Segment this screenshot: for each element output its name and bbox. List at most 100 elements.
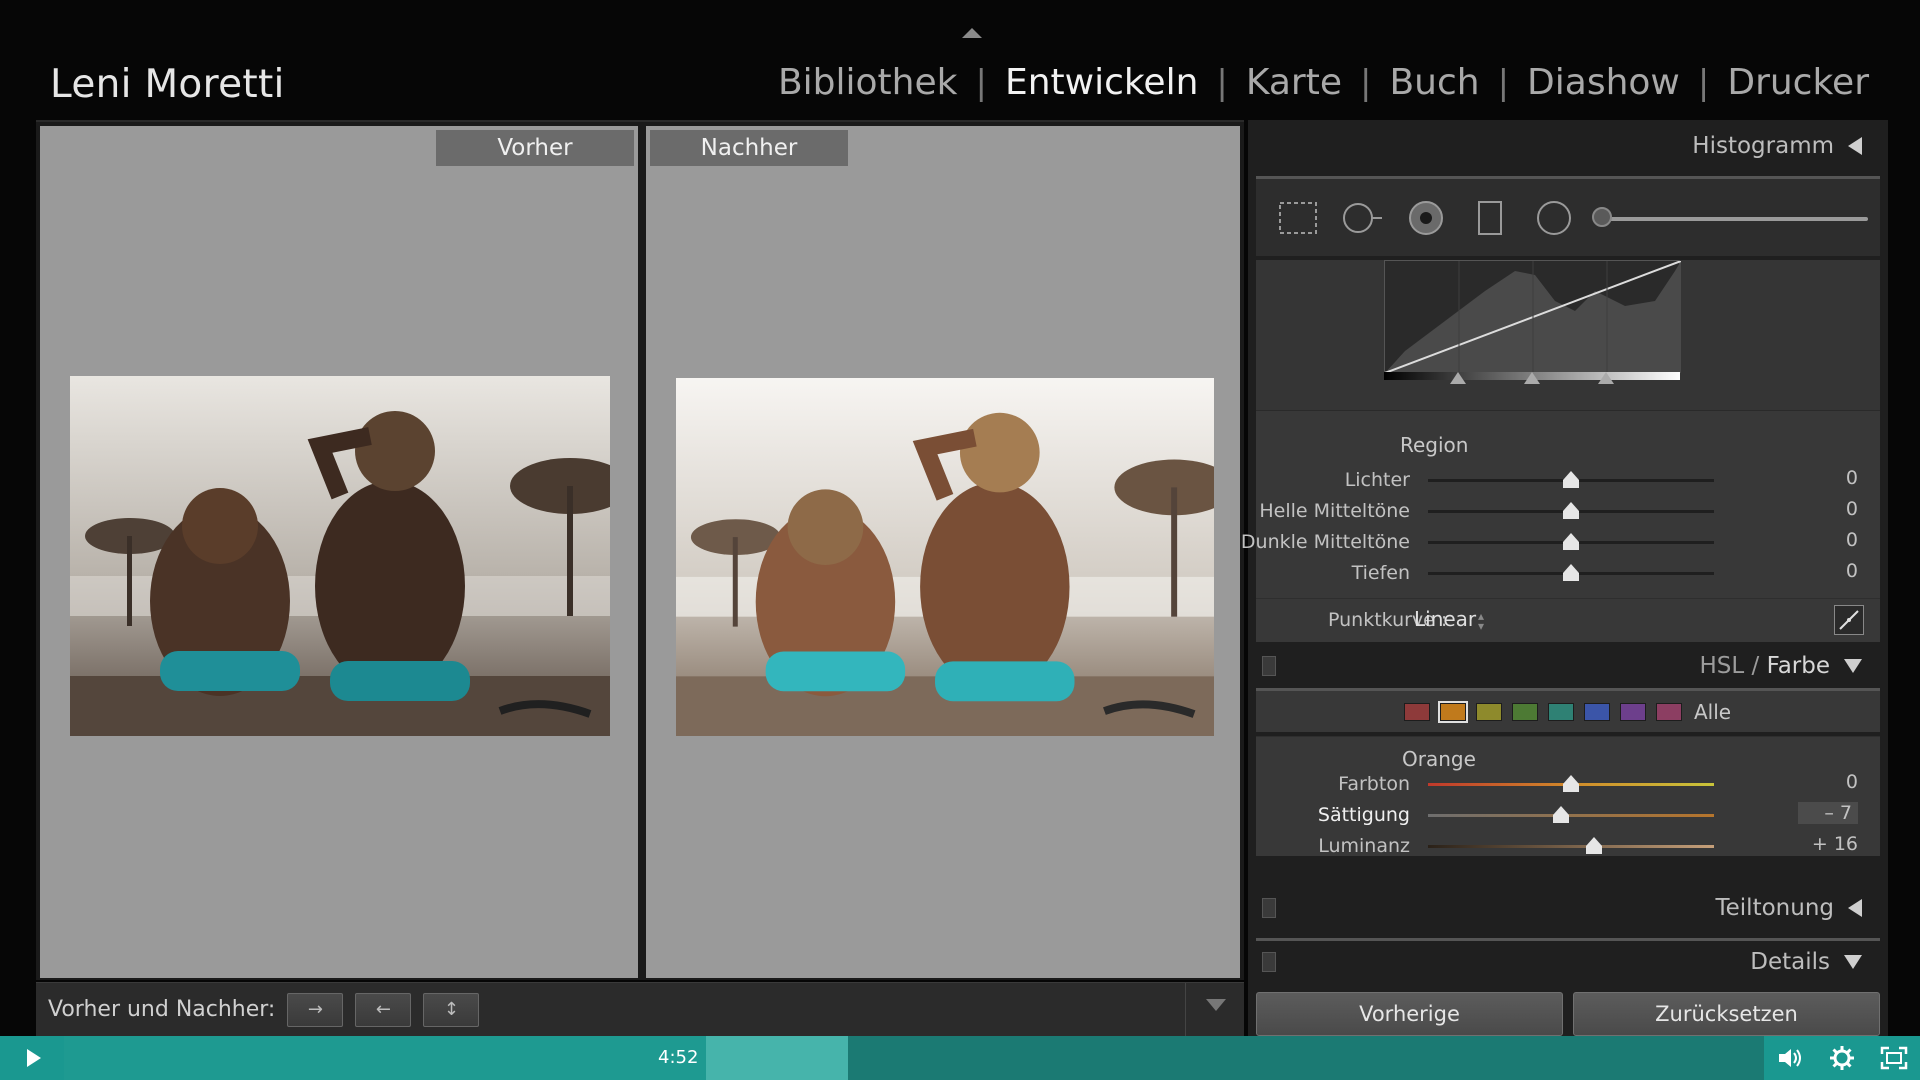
toolbar-dropdown-icon[interactable] bbox=[1206, 999, 1226, 1011]
after-label: Nachher bbox=[650, 130, 848, 166]
video-player-bar: 4:52 bbox=[0, 1036, 1920, 1080]
graduated-filter-icon[interactable] bbox=[1468, 196, 1512, 240]
play-icon bbox=[27, 1049, 41, 1067]
slider-label: Sättigung bbox=[1317, 804, 1410, 826]
slider-label: Dunkle Mitteltöne bbox=[1240, 531, 1410, 553]
slider-track[interactable] bbox=[1428, 837, 1714, 854]
module-entwickeln[interactable]: Entwickeln bbox=[987, 62, 1216, 103]
slider-track[interactable] bbox=[1428, 806, 1714, 823]
copy-after-to-before-button[interactable]: ← bbox=[355, 992, 412, 1027]
spot-removal-icon[interactable] bbox=[1340, 196, 1384, 240]
settings-gear-icon[interactable] bbox=[1816, 1036, 1868, 1080]
swatch-magenta[interactable] bbox=[1656, 702, 1682, 721]
split-toning-toggle[interactable] bbox=[1262, 898, 1276, 918]
slider-track[interactable] bbox=[1428, 775, 1714, 792]
swatch-yellow[interactable] bbox=[1476, 702, 1502, 721]
slider-label: Farbton bbox=[1338, 773, 1410, 795]
slider-row-farbton: Farbton 0 bbox=[1256, 769, 1880, 799]
before-label: Vorher bbox=[436, 130, 634, 166]
farbe-tab[interactable]: Farbe bbox=[1767, 653, 1830, 679]
identity-plate: Leni Moretti bbox=[50, 62, 285, 107]
slider-row-lichter: Lichter 0 bbox=[1256, 465, 1880, 495]
color-swatch-row: Alle bbox=[1256, 688, 1880, 732]
swatch-red[interactable] bbox=[1404, 702, 1430, 721]
progress-played[interactable] bbox=[64, 1036, 706, 1080]
lightroom-window: Leni Moretti Bibliothek | Entwickeln | K… bbox=[0, 0, 1920, 1080]
toolbar-divider bbox=[1185, 983, 1186, 1037]
slider-value[interactable]: 0 bbox=[1798, 529, 1858, 551]
module-buch[interactable]: Buch bbox=[1371, 62, 1497, 103]
slider-track[interactable] bbox=[1428, 533, 1714, 550]
slider-track[interactable] bbox=[1428, 471, 1714, 488]
point-curve-select[interactable]: Linear bbox=[1414, 607, 1476, 631]
hsl-tab[interactable]: HSL bbox=[1699, 653, 1744, 679]
brush-slider-knob[interactable] bbox=[1592, 207, 1612, 227]
details-title: Details bbox=[1750, 948, 1830, 975]
swatch-purple[interactable] bbox=[1620, 702, 1646, 721]
slider-value[interactable]: + 16 bbox=[1798, 833, 1858, 855]
details-toggle[interactable] bbox=[1262, 951, 1276, 972]
arrow-left-icon: ← bbox=[375, 999, 391, 1020]
histogram-header[interactable]: Histogramm bbox=[1256, 126, 1880, 166]
select-arrows-icon: ▴ ▾ bbox=[1478, 609, 1485, 633]
hsl-panel-toggle[interactable] bbox=[1262, 656, 1276, 676]
expand-down-icon bbox=[1844, 954, 1862, 969]
point-curve-row: Punktkurve : Linear ▴ ▾ bbox=[1256, 598, 1880, 642]
develop-right-panel: Histogramm Region Lichter 0 Helle Mittel… bbox=[1241, 120, 1888, 1036]
split-toning-header[interactable]: Teiltonung bbox=[1256, 886, 1880, 930]
swatch-green[interactable] bbox=[1512, 702, 1538, 721]
adjustment-brush-slider[interactable] bbox=[1592, 207, 1868, 227]
after-pane: Nachher bbox=[646, 126, 1240, 978]
compare-toolbar-label: Vorher und Nachher: bbox=[48, 997, 276, 1022]
previous-settings-button[interactable]: Vorherige bbox=[1256, 992, 1563, 1036]
develop-bottom-buttons: Vorherige Zurücksetzen bbox=[1256, 992, 1880, 1036]
play-button[interactable] bbox=[0, 1036, 64, 1080]
module-separator: | bbox=[1497, 62, 1510, 103]
fullscreen-icon[interactable] bbox=[1868, 1036, 1920, 1080]
module-karte[interactable]: Karte bbox=[1228, 62, 1360, 103]
swatch-aqua[interactable] bbox=[1548, 702, 1574, 721]
copy-before-to-after-button[interactable]: → bbox=[287, 992, 344, 1027]
after-photo[interactable] bbox=[676, 378, 1214, 736]
split-point-shadows[interactable] bbox=[1450, 372, 1466, 384]
tone-curve-graph[interactable] bbox=[1384, 260, 1682, 374]
region-title: Region bbox=[1400, 433, 1469, 457]
swatch-orange[interactable] bbox=[1438, 700, 1468, 723]
before-photo[interactable] bbox=[70, 376, 610, 736]
module-drucker[interactable]: Drucker bbox=[1709, 62, 1887, 103]
volume-icon[interactable] bbox=[1764, 1036, 1816, 1080]
color-channel-title: Orange bbox=[1402, 747, 1476, 771]
histogram-title: Histogramm bbox=[1692, 133, 1834, 159]
tool-strip bbox=[1256, 176, 1880, 256]
radial-filter-icon[interactable] bbox=[1532, 196, 1576, 240]
before-pane: Vorher bbox=[40, 126, 638, 978]
slider-label: Helle Mitteltöne bbox=[1259, 500, 1410, 522]
slider-value[interactable]: 0 bbox=[1798, 560, 1858, 582]
details-header[interactable]: Details bbox=[1256, 938, 1880, 982]
slider-row-helle-mitteltone: Helle Mitteltöne 0 bbox=[1256, 496, 1880, 526]
module-diashow[interactable]: Diashow bbox=[1509, 62, 1698, 103]
slider-track[interactable] bbox=[1428, 564, 1714, 581]
slider-track[interactable] bbox=[1428, 502, 1714, 519]
hsl-sliders-section: Orange Farbton 0 Sättigung – 7 Luminanz + 16 bbox=[1256, 736, 1880, 857]
slider-value[interactable]: 0 bbox=[1798, 467, 1858, 489]
split-point-highlights[interactable] bbox=[1598, 372, 1614, 384]
red-eye-icon[interactable] bbox=[1404, 196, 1448, 240]
crop-tool-icon[interactable] bbox=[1276, 196, 1320, 240]
hsl-slash: / bbox=[1744, 653, 1767, 679]
panel-collapse-arrow-icon[interactable] bbox=[962, 28, 982, 38]
hsl-header[interactable]: HSL / Farbe bbox=[1256, 644, 1880, 688]
swatch-blue[interactable] bbox=[1584, 702, 1610, 721]
slider-value[interactable]: – 7 bbox=[1798, 802, 1858, 824]
slider-value[interactable]: 0 bbox=[1798, 771, 1858, 793]
module-bibliothek[interactable]: Bibliothek bbox=[760, 62, 976, 103]
swap-before-after-button[interactable]: ↕ bbox=[423, 992, 480, 1027]
arrow-right-icon: → bbox=[307, 999, 323, 1020]
all-colors-label[interactable]: Alle bbox=[1694, 700, 1731, 724]
split-point-midtones[interactable] bbox=[1524, 372, 1540, 384]
swap-icon: ↕ bbox=[443, 999, 459, 1020]
reset-button[interactable]: Zurücksetzen bbox=[1573, 992, 1880, 1036]
slider-value[interactable]: 0 bbox=[1798, 498, 1858, 520]
point-curve-edit-icon[interactable] bbox=[1834, 605, 1864, 635]
slider-row-dunkle-mitteltone: Dunkle Mitteltöne 0 bbox=[1241, 527, 1880, 557]
